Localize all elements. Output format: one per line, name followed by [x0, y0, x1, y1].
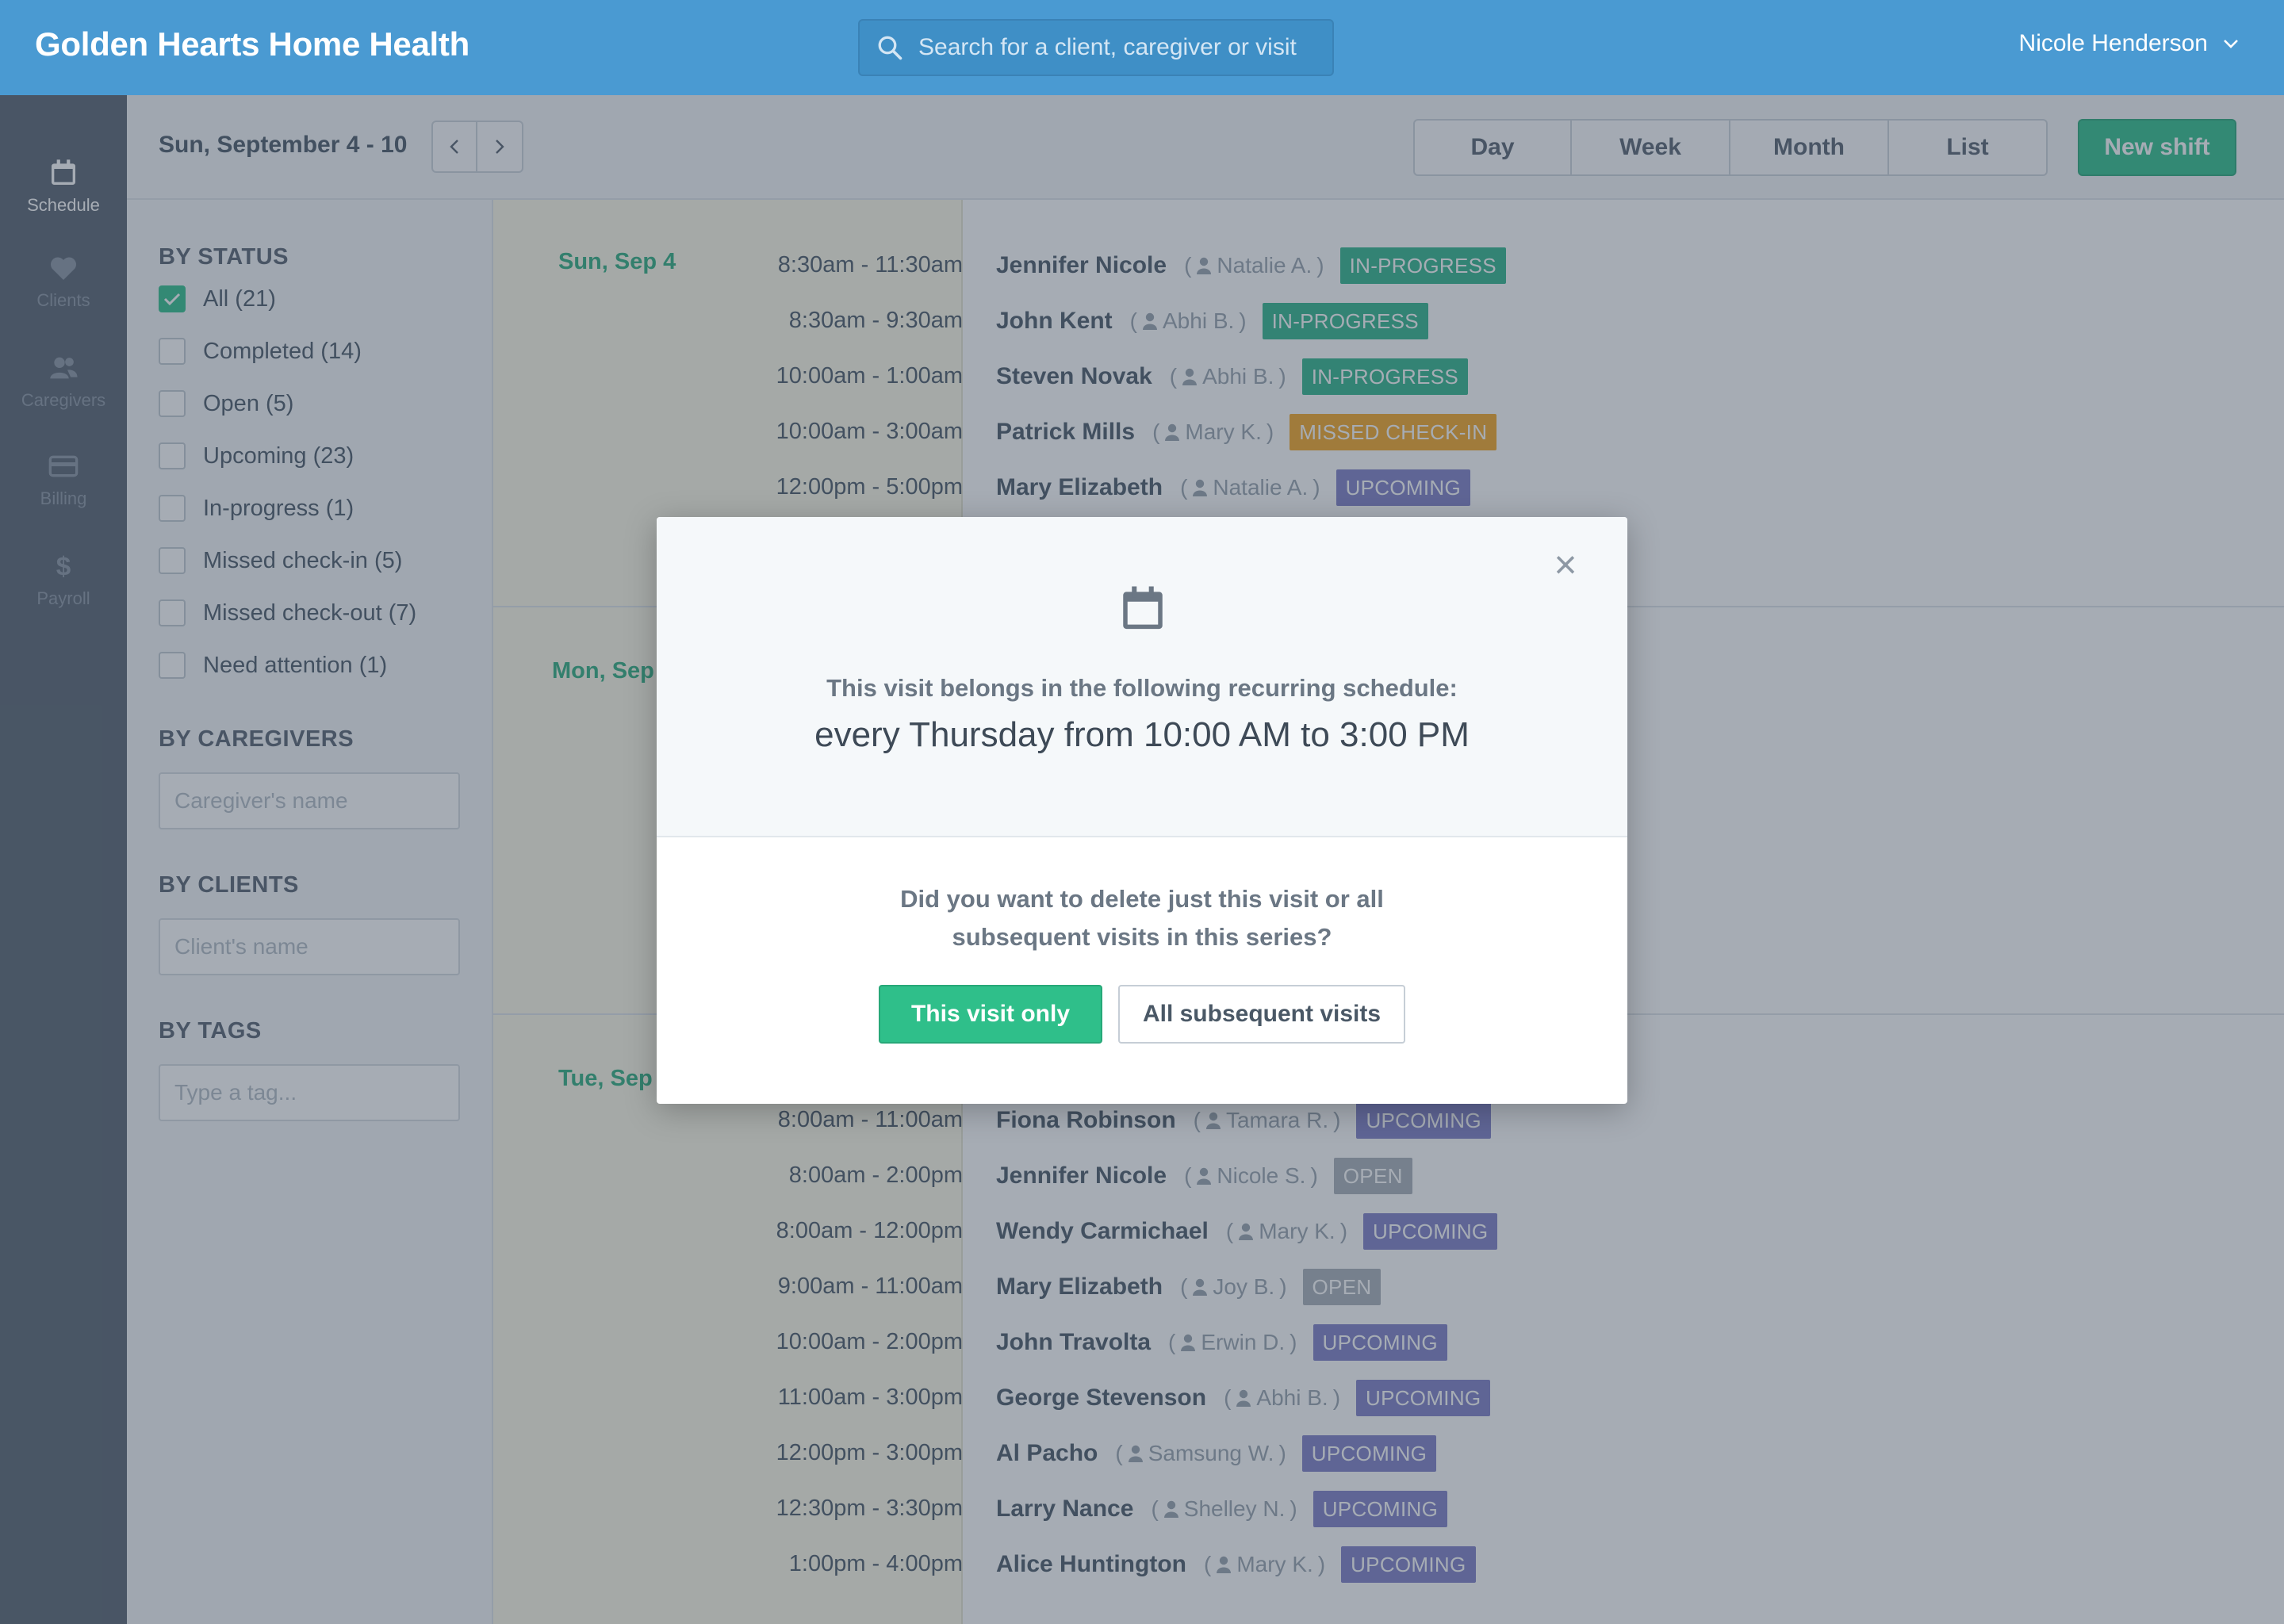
dialog-question-line-2: subsequent visits in this series?: [952, 923, 1332, 951]
dialog-header: × This visit belongs in the following re…: [657, 517, 1627, 837]
app-brand[interactable]: Golden Hearts Home Health: [35, 25, 469, 63]
delete-recurring-visit-dialog: × This visit belongs in the following re…: [657, 517, 1627, 1104]
user-name: Nicole Henderson: [2018, 30, 2208, 56]
close-icon[interactable]: ×: [1548, 545, 1583, 584]
app-header: Golden Hearts Home Health Nicole Henders…: [0, 0, 2284, 95]
this-visit-only-button[interactable]: This visit only: [879, 985, 1102, 1044]
all-subsequent-visits-button[interactable]: All subsequent visits: [1118, 985, 1405, 1044]
chevron-down-icon: [2224, 40, 2238, 48]
user-menu[interactable]: Nicole Henderson: [2019, 30, 2240, 57]
dialog-question-line-1: Did you want to delete just this visit o…: [900, 885, 1384, 913]
recurring-schedule-text: every Thursday from 10:00 AM to 3:00 PM: [814, 715, 1470, 754]
dialog-question: Did you want to delete just this visit o…: [864, 880, 1420, 956]
calendar-icon: [1123, 586, 1163, 630]
search-input[interactable]: [918, 34, 1299, 61]
global-search[interactable]: [858, 19, 1334, 76]
search-icon: [878, 36, 902, 60]
dialog-subtitle: This visit belongs in the following recu…: [826, 674, 1458, 702]
